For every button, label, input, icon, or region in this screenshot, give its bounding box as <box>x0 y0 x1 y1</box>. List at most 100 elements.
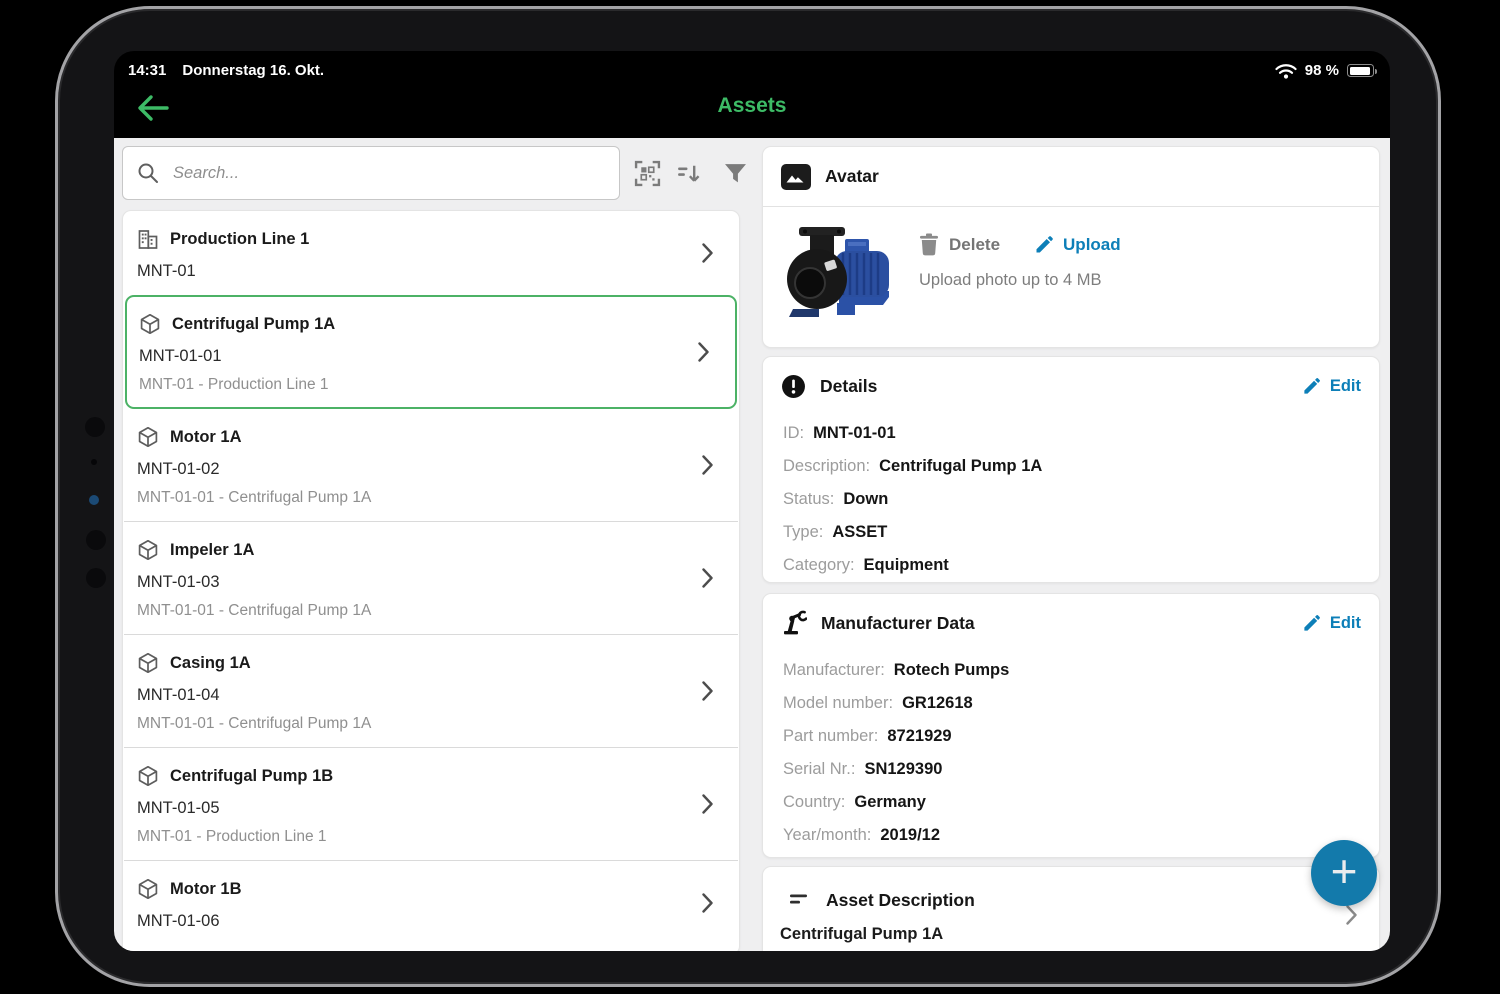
chevron-right-icon <box>1346 905 1357 930</box>
chevron-right-icon <box>702 794 713 814</box>
bezel-sensor-dot <box>86 530 106 550</box>
details-card: Details Edit ID:MNT-01-01 Description:Ce… <box>762 356 1380 583</box>
asset-title: Motor 1B <box>170 880 242 899</box>
cube-icon <box>137 539 159 561</box>
battery-icon <box>1347 64 1374 77</box>
manu-field-serial: Serial Nr.:SN129390 <box>783 753 1361 786</box>
asset-title: Centrifugal Pump 1A <box>172 315 335 334</box>
list-item-motor-1a[interactable]: Motor 1A MNT-01-02 MNT-01-01 - Centrifug… <box>123 409 739 521</box>
plus-icon: + <box>1331 848 1358 894</box>
delete-label: Delete <box>949 235 1000 255</box>
asset-parent: MNT-01-01 - Centrifugal Pump 1A <box>137 715 693 733</box>
trash-icon <box>919 233 939 256</box>
asset-parent: MNT-01-01 - Centrifugal Pump 1A <box>137 602 693 620</box>
avatar-card: Avatar <box>762 146 1380 348</box>
nav-bar: Assets <box>114 81 1390 138</box>
cube-icon <box>137 878 159 900</box>
detail-field-type: Type:ASSET <box>783 516 1361 549</box>
asset-title: Motor 1A <box>170 428 242 447</box>
detail-field-status: Status:Down <box>783 483 1361 516</box>
detail-field-description: Description:Centrifugal Pump 1A <box>783 450 1361 483</box>
chevron-right-icon <box>702 243 713 263</box>
page-title: Assets <box>114 94 1390 118</box>
list-item-casing-1a[interactable]: Casing 1A MNT-01-04 MNT-01-01 - Centrifu… <box>123 635 739 747</box>
manu-field-manufacturer: Manufacturer:Rotech Pumps <box>783 654 1361 687</box>
asset-parent: MNT-01 - Production Line 1 <box>137 828 693 846</box>
asset-parent: MNT-01 - Production Line 1 <box>139 376 691 394</box>
tablet-frame: 14:31 Donnerstag 16. Okt. 98 % Assets <box>55 6 1441 987</box>
asset-id: MNT-01-02 <box>137 460 693 479</box>
robot-arm-icon <box>781 610 807 636</box>
pencil-icon <box>1302 377 1321 396</box>
cube-icon <box>139 313 161 335</box>
status-time: 14:31 <box>128 62 166 79</box>
details-edit-button[interactable]: Edit <box>1302 377 1361 396</box>
chevron-right-icon <box>702 893 713 913</box>
pencil-icon <box>1034 235 1054 255</box>
asset-id: MNT-01 <box>137 262 693 281</box>
cube-icon <box>137 426 159 448</box>
manu-field-model: Model number:GR12618 <box>783 687 1361 720</box>
asset-id: MNT-01-03 <box>137 573 693 592</box>
battery-percent: 98 % <box>1305 62 1339 79</box>
cube-icon <box>137 652 159 674</box>
asset-id: MNT-01-05 <box>137 799 693 818</box>
asset-parent: MNT-01-01 - Centrifugal Pump 1A <box>137 489 693 507</box>
description-card-title: Asset Description <box>826 890 975 911</box>
content-area: Production Line 1 MNT-01 Centrifugal Pum… <box>114 138 1390 951</box>
asset-title: Impeler 1A <box>170 541 254 560</box>
list-item-centrifugal-pump-1a-selected[interactable]: Centrifugal Pump 1A MNT-01-01 MNT-01 - P… <box>125 295 737 409</box>
bezel-sensor-dot <box>85 417 105 437</box>
search-box[interactable] <box>122 146 620 200</box>
wifi-icon <box>1275 63 1297 79</box>
pump-photo <box>779 217 897 325</box>
qr-scan-icon[interactable] <box>634 160 661 187</box>
manu-field-part: Part number:8721929 <box>783 720 1361 753</box>
image-icon <box>781 164 811 190</box>
cube-icon <box>137 765 159 787</box>
search-input[interactable] <box>171 163 605 184</box>
asset-description-card[interactable]: Asset Description Centrifugal Pump 1A <box>762 866 1380 951</box>
detail-field-category: Category:Equipment <box>783 549 1361 582</box>
manu-field-yearmonth: Year/month:2019/12 <box>783 819 1361 852</box>
factory-icon <box>137 228 159 250</box>
asset-id: MNT-01-06 <box>137 912 693 931</box>
chevron-right-icon <box>702 455 713 475</box>
asset-description-value: Centrifugal Pump 1A <box>763 919 1379 944</box>
list-item-impeler-1a[interactable]: Impeler 1A MNT-01-03 MNT-01-01 - Centrif… <box>123 522 739 634</box>
bezel-sensor-dot <box>86 568 106 588</box>
delete-button[interactable]: Delete <box>919 233 1000 256</box>
details-card-title: Details <box>820 376 877 397</box>
list-item-centrifugal-pump-1b[interactable]: Centrifugal Pump 1B MNT-01-05 MNT-01 - P… <box>123 748 739 860</box>
manufacturer-card: Manufacturer Data Edit Manufacturer:Rote… <box>762 593 1380 858</box>
add-asset-fab[interactable]: + <box>1311 840 1377 906</box>
sort-icon[interactable] <box>675 160 702 187</box>
asset-id: MNT-01-04 <box>137 686 693 705</box>
manu-field-country: Country:Germany <box>783 786 1361 819</box>
search-icon <box>137 162 159 184</box>
detail-field-id: ID:MNT-01-01 <box>783 417 1361 450</box>
avatar-card-title: Avatar <box>825 166 879 187</box>
manufacturer-edit-button[interactable]: Edit <box>1302 614 1361 633</box>
asset-list: Production Line 1 MNT-01 Centrifugal Pum… <box>122 210 740 951</box>
filter-icon[interactable] <box>724 163 747 184</box>
manufacturer-card-title: Manufacturer Data <box>821 613 975 634</box>
screen: 14:31 Donnerstag 16. Okt. 98 % Assets <box>114 51 1390 951</box>
search-row <box>122 146 747 200</box>
asset-title: Centrifugal Pump 1B <box>170 767 333 786</box>
upload-hint: Upload photo up to 4 MB <box>919 271 1121 290</box>
edit-label: Edit <box>1330 377 1361 396</box>
upload-button[interactable]: Upload <box>1034 235 1121 255</box>
list-item-production-line-1[interactable]: Production Line 1 MNT-01 <box>123 211 739 295</box>
chevron-right-icon <box>702 681 713 701</box>
text-lines-icon <box>788 891 812 909</box>
asset-title: Production Line 1 <box>170 230 309 249</box>
bezel-mic-dot <box>91 459 97 465</box>
chevron-right-icon <box>702 568 713 588</box>
chevron-right-icon <box>698 342 709 362</box>
list-item-motor-1b[interactable]: Motor 1B MNT-01-06 <box>123 861 739 945</box>
status-date: Donnerstag 16. Okt. <box>182 62 324 79</box>
status-bar: 14:31 Donnerstag 16. Okt. 98 % <box>114 51 1390 81</box>
alert-circle-icon <box>781 374 806 399</box>
asset-title: Casing 1A <box>170 654 251 673</box>
